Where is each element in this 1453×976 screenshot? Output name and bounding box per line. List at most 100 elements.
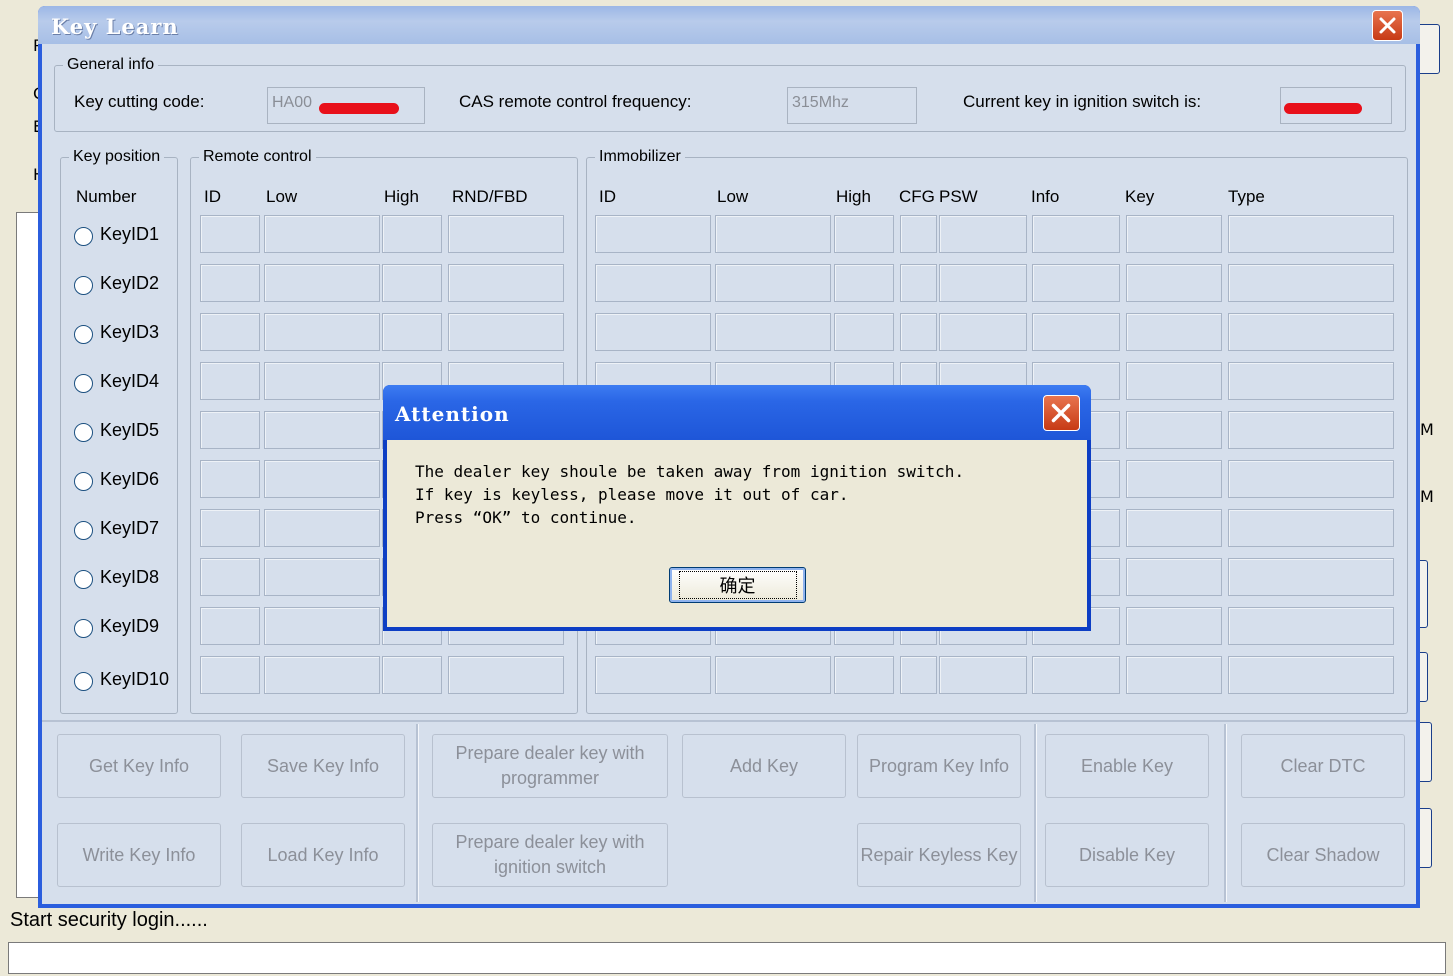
key-data-cell [1228, 509, 1394, 547]
key-data-cell [1228, 313, 1394, 351]
redaction-mark [1284, 103, 1362, 114]
key-position-legend: Key position [73, 148, 161, 165]
key-data-cell [1228, 656, 1394, 694]
key-data-cell [1228, 264, 1394, 302]
key-data-cell [834, 313, 894, 351]
key-position-radio[interactable] [74, 276, 93, 295]
key-data-cell [200, 313, 260, 351]
title-bar[interactable]: Key Learn [38, 6, 1420, 44]
enable-key-button[interactable]: Enable Key [1045, 734, 1209, 798]
clear-shadow-button[interactable]: Clear Shadow [1241, 823, 1405, 887]
ok-button-label: 确定 [678, 571, 797, 599]
key-data-cell [264, 607, 380, 645]
remote-col-low: Low [266, 187, 298, 206]
clear-dtc-button[interactable]: Clear DTC [1241, 734, 1405, 798]
dialog-message-line: Press “OK” to continue. [415, 508, 637, 527]
button-separator [416, 724, 419, 902]
key-position-radio[interactable] [74, 570, 93, 589]
remote-col-id: ID [204, 187, 221, 206]
background-label-fragment: M [1420, 420, 1434, 439]
key-data-cell [264, 509, 380, 547]
key-position-label: KeyID2 [100, 273, 160, 293]
dialog-body: The dealer key shoule be taken away from… [387, 440, 1087, 627]
key-position-radio[interactable] [74, 374, 93, 393]
key-data-cell [939, 264, 1027, 302]
window-title: Key Learn [51, 14, 179, 39]
key-data-cell [264, 362, 380, 400]
dialog-title: Attention [395, 402, 510, 426]
key-position-label: KeyID9 [100, 616, 160, 636]
number-header: Number [76, 187, 137, 206]
key-data-cell [715, 656, 831, 694]
remote-frequency-field[interactable]: 315Mhz [787, 87, 917, 124]
key-data-cell [1032, 215, 1120, 253]
repair-keyless-key-button[interactable]: Repair Keyless Key [857, 823, 1021, 887]
window-close-button[interactable] [1372, 10, 1403, 41]
prepare-dealer-key-programmer-button[interactable]: Prepare dealer key with programmer [432, 734, 668, 798]
key-data-cell [200, 558, 260, 596]
key-data-cell [1126, 656, 1222, 694]
key-data-cell [382, 656, 442, 694]
immo-col-key: Key [1125, 187, 1155, 206]
key-data-cell [264, 264, 380, 302]
key-position-radio[interactable] [74, 472, 93, 491]
key-position-label: KeyID3 [100, 322, 160, 342]
key-data-cell [200, 607, 260, 645]
key-data-cell [200, 264, 260, 302]
remote-control-legend: Remote control [203, 148, 312, 165]
key-position-label: KeyID1 [100, 224, 160, 244]
key-data-cell [715, 313, 831, 351]
key-data-cell [715, 264, 831, 302]
key-position-radio[interactable] [74, 325, 93, 344]
attention-dialog: Attention The dealer key shoule be taken… [383, 385, 1091, 631]
remote-col-high: High [384, 187, 419, 206]
save-key-info-button[interactable]: Save Key Info [241, 734, 405, 798]
key-data-cell [264, 656, 380, 694]
key-data-cell [715, 215, 831, 253]
button-separator [1034, 724, 1037, 902]
key-data-cell [595, 313, 711, 351]
key-data-cell [1126, 558, 1222, 596]
key-data-cell [382, 215, 442, 253]
key-position-label: KeyID5 [100, 420, 160, 440]
key-data-cell [595, 215, 711, 253]
key-data-cell [448, 313, 564, 351]
dialog-close-button[interactable] [1043, 395, 1080, 431]
key-position-radio[interactable] [74, 672, 93, 691]
key-position-radio[interactable] [74, 619, 93, 638]
key-data-cell [200, 362, 260, 400]
disable-key-button[interactable]: Disable Key [1045, 823, 1209, 887]
key-data-cell [1228, 460, 1394, 498]
key-data-cell [382, 264, 442, 302]
key-data-cell [264, 460, 380, 498]
remote-frequency-label: CAS remote control frequency: [459, 92, 692, 111]
add-key-button[interactable]: Add Key [682, 734, 846, 798]
log-input-field[interactable] [8, 942, 1446, 974]
key-data-cell [1126, 264, 1222, 302]
key-data-cell [1126, 313, 1222, 351]
key-data-cell [448, 215, 564, 253]
write-key-info-button[interactable]: Write Key Info [57, 823, 221, 887]
program-key-info-button[interactable]: Program Key Info [857, 734, 1021, 798]
immo-col-type: Type [1228, 187, 1265, 206]
key-position-radio[interactable] [74, 521, 93, 540]
general-info-group: General info [54, 56, 1406, 132]
key-position-radio[interactable] [74, 227, 93, 246]
key-position-radio[interactable] [74, 423, 93, 442]
key-data-cell [1032, 264, 1120, 302]
get-key-info-button[interactable]: Get Key Info [57, 734, 221, 798]
key-data-cell [200, 411, 260, 449]
key-data-cell [900, 264, 937, 302]
load-key-info-button[interactable]: Load Key Info [241, 823, 405, 887]
current-key-label: Current key in ignition switch is: [963, 92, 1202, 111]
immobilizer-legend: Immobilizer [599, 148, 681, 165]
immo-col-info: Info [1031, 187, 1060, 206]
key-data-cell [1126, 607, 1222, 645]
key-data-cell [1228, 215, 1394, 253]
general-info-legend: General info [67, 56, 155, 73]
ok-button[interactable]: 确定 [669, 567, 806, 603]
dialog-title-bar[interactable]: Attention [383, 385, 1091, 440]
key-data-cell [264, 411, 380, 449]
prepare-dealer-key-ignition-button[interactable]: Prepare dealer key with ignition switch [432, 823, 668, 887]
immo-col-high: High [836, 187, 871, 206]
